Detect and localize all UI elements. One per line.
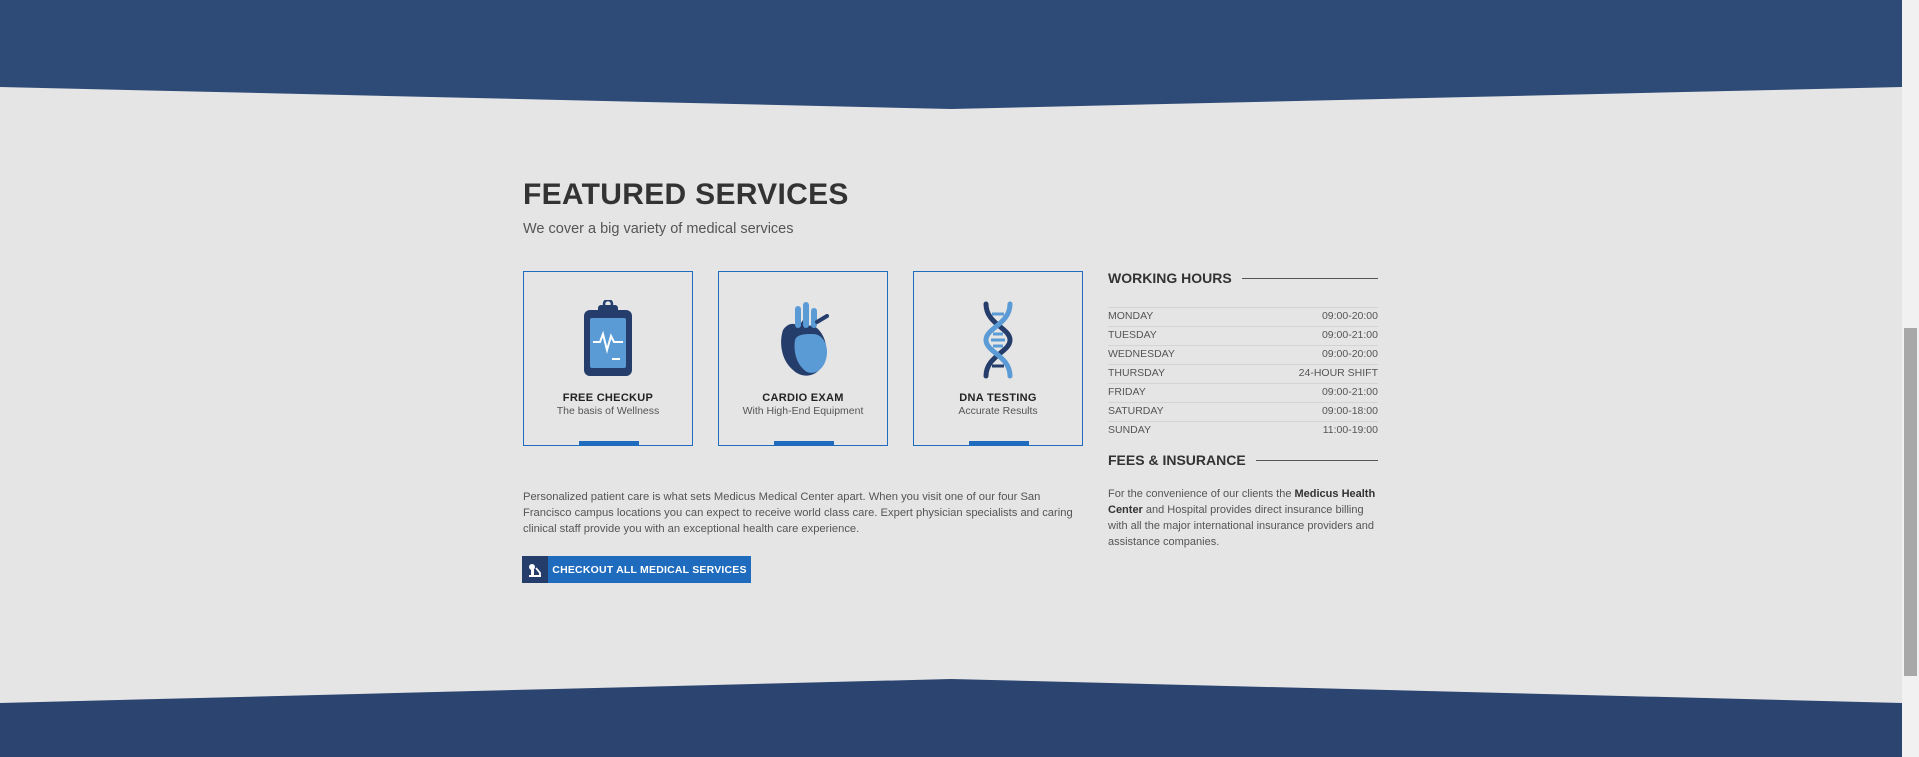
hours-time: 09:00-20:00 [1321, 348, 1378, 360]
hours-row: WEDNESDAY 09:00-20:00 [1108, 345, 1378, 363]
hours-day: FRIDAY [1108, 386, 1146, 398]
checkout-button-label: CHECKOUT ALL MEDICAL SERVICES [548, 556, 751, 583]
fees-insurance-title: FEES & INSURANCE [1108, 452, 1246, 468]
bottom-navy-band [0, 676, 1902, 757]
heading-rule [1255, 459, 1378, 461]
fees-paragraph: For the convenience of our clients the M… [1108, 486, 1380, 550]
service-subtitle: Accurate Results [958, 405, 1038, 417]
featured-services-title: FEATURED SERVICES [523, 178, 849, 211]
hours-time: 09:00-21:00 [1321, 386, 1378, 398]
service-title: FREE CHECKUP [562, 392, 654, 404]
featured-services-subtitle: We cover a big variety of medical servic… [523, 221, 794, 237]
fees-insurance-heading: FEES & INSURANCE [1108, 452, 1378, 468]
service-title: DNA TESTING [959, 392, 1037, 404]
service-subtitle: The basis of Wellness [556, 405, 660, 417]
hours-day: WEDNESDAY [1108, 348, 1175, 360]
fees-text-before: For the convenience of our clients the [1108, 488, 1295, 500]
hours-day: SUNDAY [1108, 424, 1151, 436]
card-accent-bar [579, 441, 639, 446]
microscope-icon [522, 556, 548, 583]
page-scrollbar[interactable] [1902, 0, 1919, 757]
hours-row: MONDAY 09:00-20:00 [1108, 307, 1378, 325]
checkout-all-services-button[interactable]: CHECKOUT ALL MEDICAL SERVICES [522, 556, 751, 583]
hours-time: 24-HOUR SHIFT [1298, 367, 1378, 379]
scrollbar-thumb[interactable] [1904, 328, 1917, 676]
dna-icon [914, 300, 1082, 380]
top-navy-band [0, 0, 1902, 112]
hours-row: SATURDAY 09:00-18:00 [1108, 402, 1378, 420]
hours-day: SATURDAY [1108, 405, 1164, 417]
hours-day: TUESDAY [1108, 329, 1157, 341]
clipboard-heartbeat-icon [524, 300, 692, 380]
hours-row: THURSDAY 24-HOUR SHIFT [1108, 364, 1378, 382]
hours-time: 09:00-21:00 [1321, 329, 1378, 341]
hours-day: MONDAY [1108, 310, 1154, 322]
service-card-cardio-exam[interactable]: CARDIO EXAM With High-End Equipment [718, 271, 888, 446]
hours-time: 09:00-18:00 [1321, 405, 1378, 417]
card-accent-bar [969, 441, 1029, 446]
hours-time: 09:00-20:00 [1321, 310, 1378, 322]
heading-rule [1241, 277, 1378, 279]
working-hours-title: WORKING HOURS [1108, 270, 1232, 286]
hours-day: THURSDAY [1108, 367, 1165, 379]
heart-icon [719, 300, 887, 380]
service-title: CARDIO EXAM [762, 392, 844, 404]
service-card-free-checkup[interactable]: FREE CHECKUP The basis of Wellness [523, 271, 693, 446]
service-card-dna-testing[interactable]: DNA TESTING Accurate Results [913, 271, 1083, 446]
working-hours-table: MONDAY 09:00-20:00 TUESDAY 09:00-21:00 W… [1108, 307, 1378, 440]
hours-row: TUESDAY 09:00-21:00 [1108, 326, 1378, 344]
service-subtitle: With High-End Equipment [742, 405, 864, 417]
intro-paragraph: Personalized patient care is what sets M… [523, 491, 1073, 535]
card-accent-bar [774, 441, 834, 446]
hours-row: SUNDAY 11:00-19:00 [1108, 421, 1378, 439]
hours-time: 11:00-19:00 [1322, 424, 1378, 436]
working-hours-heading: WORKING HOURS [1108, 270, 1378, 286]
fees-text-after: and Hospital provides direct insurance b… [1108, 504, 1374, 548]
hours-row: FRIDAY 09:00-21:00 [1108, 383, 1378, 401]
